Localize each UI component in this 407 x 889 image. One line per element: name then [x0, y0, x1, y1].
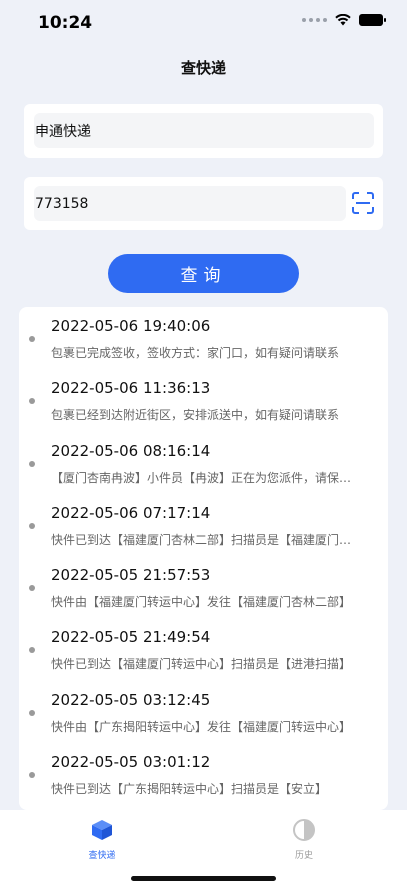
cellular-dots-icon: [302, 18, 327, 22]
result-item: 2022-05-05 03:01:12 快件已到达【广东揭阳转运中心】扫描员是【…: [19, 743, 388, 805]
wifi-icon: [335, 14, 351, 26]
result-desc: 【厦门杏南冉波】小件员【冉波】正在为您派件，请保持电话畅通: [51, 471, 363, 485]
tab-history-label: 历史: [294, 851, 313, 861]
status-time: 10:24: [38, 13, 93, 33]
status-bar: 10:24: [0, 0, 407, 46]
result-desc: 快件由【广东揭阳转运中心】发往【福建厦门转运中心】: [51, 720, 352, 734]
result-item: 2022-05-06 07:17:14 快件已到达【福建厦门杏林二部】扫描员是【…: [19, 494, 388, 556]
result-list: 2022-05-06 19:40:06 包裹已完成签收，签收方式：家门口，如有疑…: [19, 307, 388, 810]
company-select[interactable]: 申通快递: [34, 113, 374, 148]
result-desc: 快件由【福建厦门转运中心】发往【福建厦门杏林二部】: [51, 595, 352, 609]
timeline-dot: [29, 336, 35, 342]
result-item: 2022-05-06 19:40:06 包裹已完成签收，签收方式：家门口，如有疑…: [19, 307, 388, 369]
result-desc: 包裹已经到达附近街区，安排派送中，如有疑问请联系: [51, 408, 340, 422]
tracking-input[interactable]: 773158: [34, 186, 346, 221]
result-item: 2022-05-06 08:16:14 【厦门杏南冉波】小件员【冉波】正在为您派…: [19, 432, 388, 494]
scan-icon[interactable]: [351, 191, 375, 215]
timeline-dot: [29, 647, 35, 653]
tab-query[interactable]: 查快递: [72, 818, 132, 864]
timeline-dot: [29, 772, 35, 778]
company-card: 申通快递: [24, 104, 383, 158]
tracking-card: 773158: [24, 177, 383, 230]
page-title: 查快递: [180, 59, 226, 77]
result-item: 2022-05-05 21:49:54 快件已到达【福建厦门转运中心】扫描员是【…: [19, 618, 388, 680]
result-desc: 快件已到达【福建厦门转运中心】扫描员是【进港扫描】: [51, 657, 352, 671]
company-value: 申通快递: [35, 123, 91, 140]
battery-icon: [359, 14, 386, 26]
result-time: 2022-05-06 07:17:14: [51, 504, 211, 522]
query-button[interactable]: 查询: [108, 254, 299, 293]
result-desc: 快件已到达【广东揭阳转运中心】扫描员是【安立】: [51, 782, 328, 796]
tab-history[interactable]: 历史: [274, 818, 334, 864]
result-item: 2022-05-05 21:57:53 快件由【福建厦门转运中心】发往【福建厦门…: [19, 556, 388, 618]
result-desc: 快件已到达【福建厦门杏林二部】扫描员是【福建厦门杏林二部】: [51, 533, 363, 547]
box-icon: [92, 820, 112, 840]
timeline-dot: [29, 585, 35, 591]
timeline-dot: [29, 523, 35, 529]
result-time: 2022-05-06 11:36:13: [51, 379, 211, 397]
status-icons: [302, 14, 386, 26]
timeline-dot: [29, 710, 35, 716]
result-time: 2022-05-05 21:57:53: [51, 566, 211, 584]
timeline-dot: [29, 461, 35, 467]
tab-query-label: 查快递: [88, 851, 116, 861]
home-indicator: [131, 876, 276, 881]
result-item: 2022-05-05 03:12:45 快件由【广东揭阳转运中心】发往【福建厦门…: [19, 681, 388, 743]
result-desc: 包裹已完成签收，签收方式：家门口，如有疑问请联系: [51, 346, 340, 360]
result-time: 2022-05-06 19:40:06: [51, 317, 211, 335]
tracking-value: 773158: [35, 195, 89, 212]
result-time: 2022-05-06 08:16:14: [51, 442, 211, 460]
result-time: 2022-05-05 03:12:45: [51, 691, 211, 709]
result-item: 2022-05-06 11:36:13 包裹已经到达附近街区，安排派送中，如有疑…: [19, 369, 388, 431]
result-time: 2022-05-05 21:49:54: [51, 628, 211, 646]
history-icon: [293, 819, 315, 841]
timeline-dot: [29, 398, 35, 404]
result-time: 2022-05-05 03:01:12: [51, 753, 211, 771]
